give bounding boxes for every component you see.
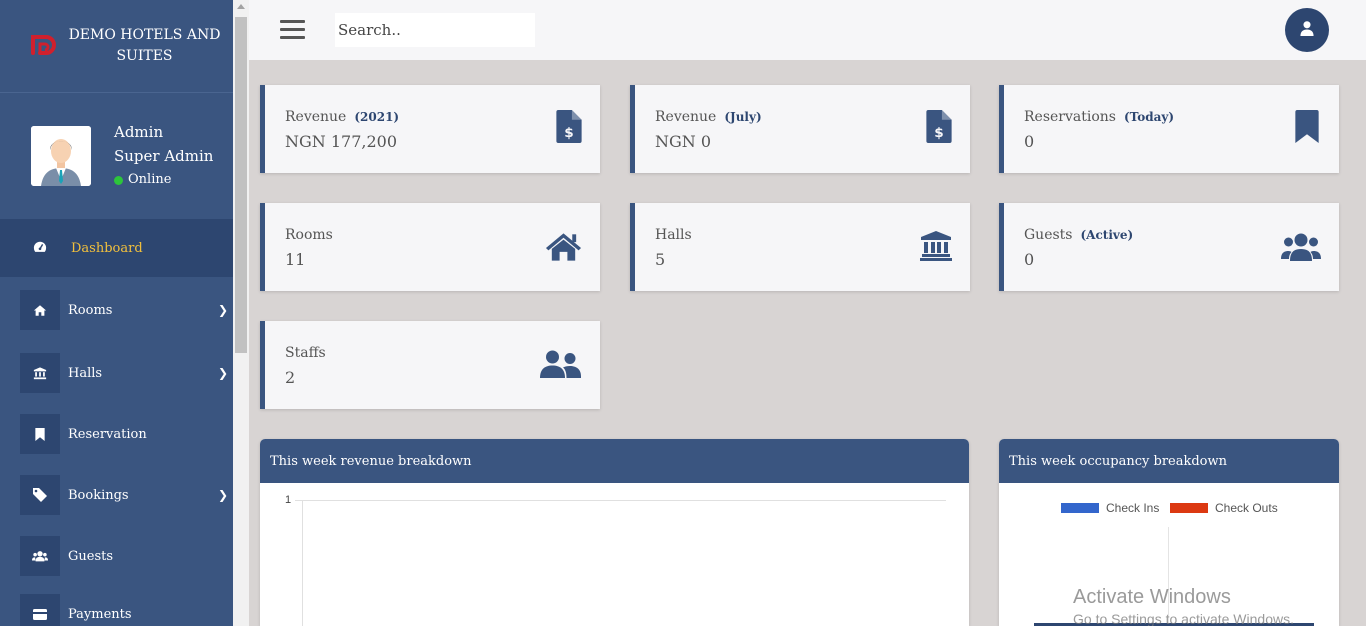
card-title: Rooms (285, 227, 333, 243)
sidebar-item-label: Halls (68, 365, 103, 381)
credit-card-icon (20, 594, 60, 626)
stat-card-staffs[interactable]: Staffs 2 (260, 321, 600, 409)
status-label: Online (128, 172, 172, 187)
bookmark-icon (1295, 110, 1319, 147)
card-value: NGN 0 (655, 132, 712, 151)
card-title: Revenue (285, 109, 347, 125)
card-value: 2 (285, 368, 296, 387)
sidebar-item-rooms[interactable]: Rooms ❯ (20, 290, 233, 330)
stat-card-revenue-year[interactable]: Revenue (2021) NGN 177,200 $ (260, 85, 600, 173)
hamburger-menu-icon[interactable] (280, 20, 305, 40)
landmark-icon (20, 353, 60, 393)
profile-role: Super Admin (114, 147, 214, 165)
landmark-icon (920, 231, 952, 265)
card-title: Guests (1024, 227, 1073, 243)
card-subtitle: (July) (724, 110, 762, 124)
card-value: 11 (285, 250, 306, 269)
stat-card-guests[interactable]: Guests (Active) 0 (999, 203, 1339, 291)
sidebar-item-label: Rooms (68, 302, 113, 318)
chevron-right-icon: ❯ (217, 366, 229, 380)
card-value: 0 (1024, 132, 1035, 151)
user-menu-button[interactable] (1285, 8, 1329, 52)
windows-watermark-subtitle: Go to Settings to activate Windows. (1073, 611, 1294, 626)
panel-title: This week occupancy breakdown (999, 439, 1339, 483)
profile-name: Admin (114, 123, 164, 141)
invoice-dollar-icon: $ (556, 110, 582, 147)
sidebar-item-guests[interactable]: Guests (20, 536, 233, 576)
windows-watermark-title: Activate Windows (1073, 586, 1231, 608)
home-icon (545, 231, 582, 265)
sidebar-item-label: Bookings (68, 487, 129, 503)
users-icon (20, 536, 60, 576)
tachometer-icon (33, 239, 49, 258)
home-icon (20, 290, 60, 330)
chevron-right-icon: ❯ (217, 488, 229, 502)
stat-card-halls[interactable]: Halls 5 (630, 203, 970, 291)
stat-card-rooms[interactable]: Rooms 11 (260, 203, 600, 291)
status-indicator: Online (114, 169, 213, 191)
stat-card-reservations[interactable]: Reservations (Today) 0 (999, 85, 1339, 173)
sidebar-item-dashboard[interactable]: Dashboard (0, 219, 233, 277)
sidebar-item-label: Guests (68, 548, 114, 564)
tag-icon (20, 475, 60, 515)
sidebar-item-payments[interactable]: Payments (20, 594, 233, 626)
chevron-right-icon: ❯ (217, 303, 229, 317)
scroll-up-arrow-icon[interactable] (237, 4, 245, 9)
bookmark-icon (20, 414, 60, 454)
card-value: 0 (1024, 250, 1035, 269)
panel-title: This week revenue breakdown (260, 439, 969, 483)
online-dot-icon (114, 175, 123, 185)
card-title: Staffs (285, 345, 326, 361)
avatar[interactable] (31, 126, 91, 186)
scroll-thumb[interactable] (235, 17, 247, 353)
card-title: Revenue (655, 109, 717, 125)
invoice-dollar-icon: $ (926, 110, 952, 147)
card-subtitle: (Today) (1123, 110, 1175, 124)
topbar (249, 0, 1366, 60)
users-icon (1281, 233, 1321, 265)
card-title: Halls (655, 227, 692, 243)
sidebar-item-label: Payments (68, 606, 132, 622)
gridline (295, 500, 946, 501)
legend-item-check-outs[interactable]: Check Outs (1170, 501, 1278, 515)
stat-card-revenue-month[interactable]: Revenue (July) NGN 0 $ (630, 85, 970, 173)
sidebar-item-label: Dashboard (71, 240, 143, 256)
card-value: NGN 177,200 (285, 132, 398, 151)
sidebar: DEMO HOTELS AND SUITES Admin Super Admin… (0, 0, 233, 626)
svg-text:$: $ (934, 125, 943, 141)
y-axis-tick: 1 (285, 494, 292, 506)
legend-item-check-ins[interactable]: Check Ins (1061, 501, 1159, 515)
svg-text:$: $ (564, 125, 573, 141)
card-title: Reservations (1024, 109, 1116, 125)
brand[interactable]: DEMO HOTELS AND SUITES (0, 0, 233, 93)
sidebar-scrollbar[interactable] (233, 0, 249, 626)
sidebar-item-reservation[interactable]: Reservation (20, 414, 233, 454)
card-subtitle: (Active) (1080, 228, 1134, 242)
user-profile: Admin Super Admin Online (0, 93, 233, 219)
user-friends-icon (540, 350, 581, 382)
sidebar-item-label: Reservation (68, 426, 147, 442)
sidebar-item-halls[interactable]: Halls ❯ (20, 353, 233, 393)
y-axis-line (302, 500, 303, 626)
card-subtitle: (2021) (354, 110, 400, 124)
brand-name: DEMO HOTELS AND SUITES (68, 27, 221, 64)
user-icon (1300, 20, 1314, 40)
revenue-breakdown-panel: This week revenue breakdown 1 (260, 439, 969, 626)
search-input[interactable] (335, 13, 535, 47)
sidebar-item-bookings[interactable]: Bookings ❯ (20, 475, 233, 515)
card-value: 5 (655, 250, 666, 269)
brand-logo-icon (28, 29, 62, 63)
